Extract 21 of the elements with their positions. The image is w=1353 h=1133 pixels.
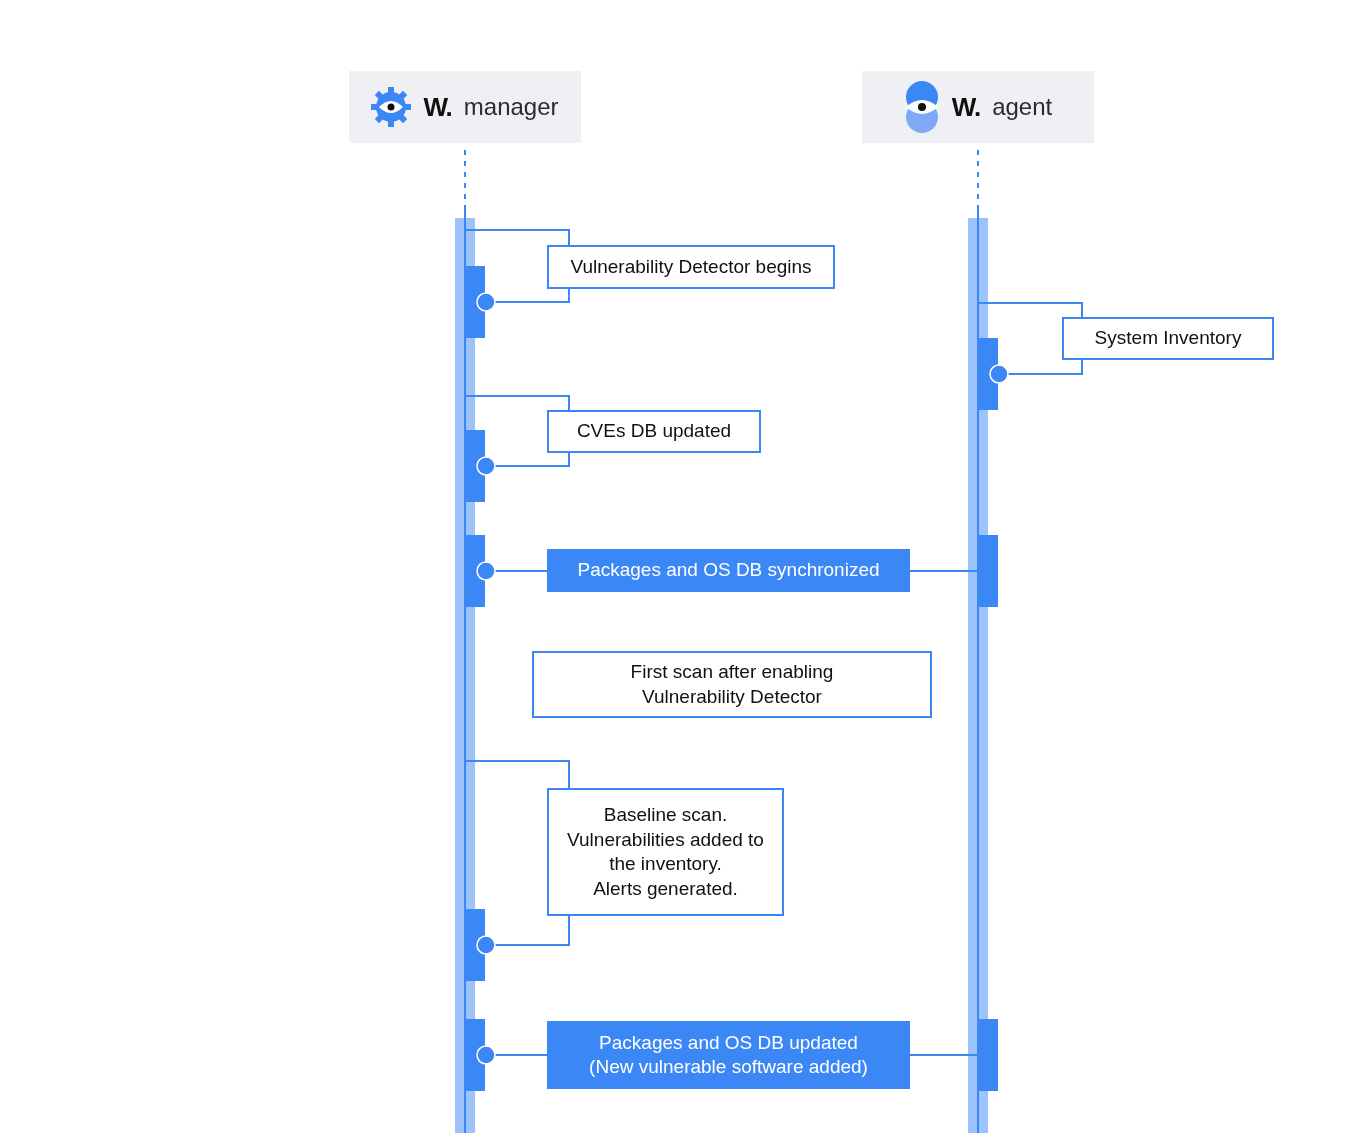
- message-label: System Inventory: [1062, 317, 1274, 360]
- activation-bar: [978, 1019, 998, 1091]
- activation-bar: [978, 338, 998, 410]
- activation-bar: [465, 266, 485, 338]
- message-label: Packages and OS DB synchronized: [547, 549, 910, 592]
- brand-mark: W.: [423, 91, 452, 123]
- participant-name: manager: [463, 93, 559, 121]
- eye-icon: [903, 81, 940, 133]
- activation-bar: [465, 430, 485, 502]
- message-label: Vulnerability Detector begins: [547, 245, 835, 289]
- message-label: Baseline scan. Vulnerabilities added to the inventory. Alerts generated.: [547, 788, 784, 916]
- message-label: Packages and OS DB updated (New vulnerable software added): [547, 1021, 910, 1089]
- participant-name: agent: [992, 93, 1053, 121]
- activation-bar: [465, 535, 485, 607]
- brand-mark: W.: [951, 91, 981, 123]
- gear-eye-icon: [371, 87, 412, 127]
- activation-bar: [465, 1019, 485, 1091]
- note-label: First scan after enabling Vulnerability Detector: [532, 651, 932, 718]
- activation-bar: [465, 909, 485, 981]
- message-label: CVEs DB updated: [547, 410, 761, 453]
- activation-bar: [978, 535, 998, 607]
